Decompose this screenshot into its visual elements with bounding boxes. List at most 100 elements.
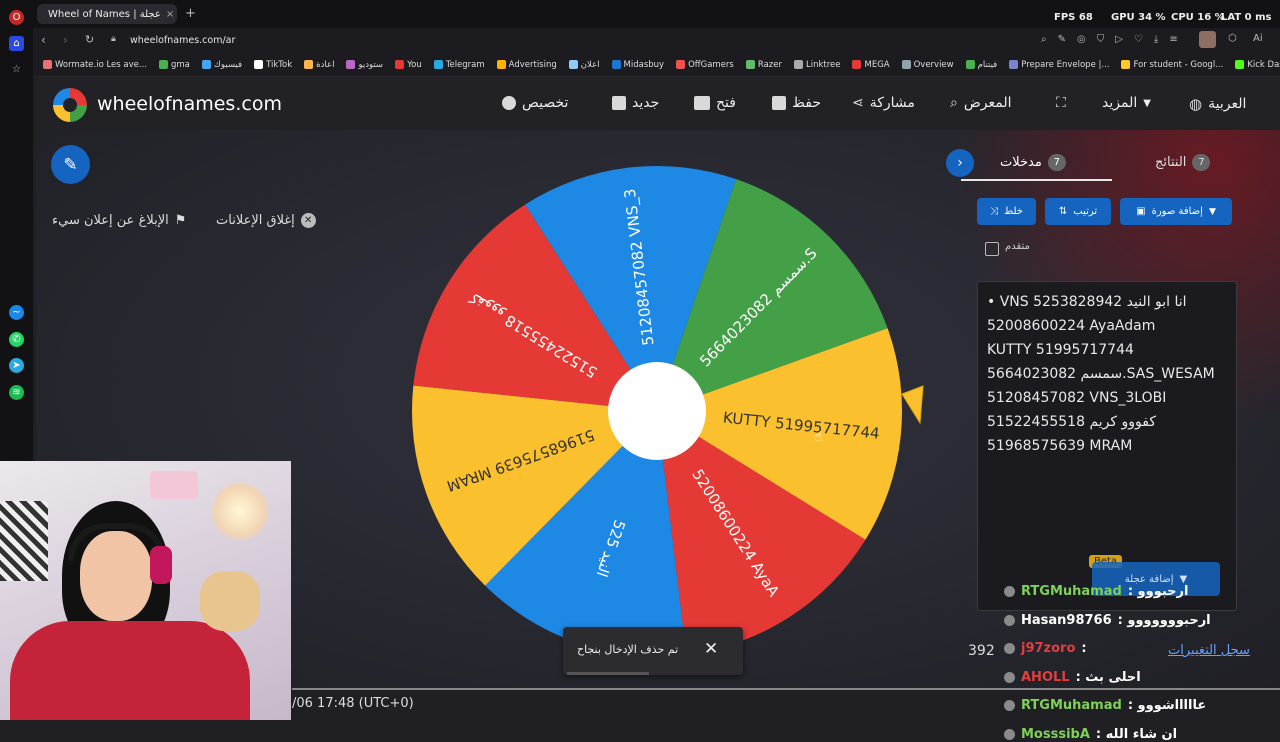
open-button[interactable]: فتح: [694, 95, 736, 111]
save-button[interactable]: حفظ: [772, 95, 821, 111]
share-button[interactable]: ⋖ مشاركة: [852, 95, 915, 111]
logo-text[interactable]: wheelofnames.com: [97, 93, 282, 115]
entry-line[interactable]: 51522455518 كفووو كريم: [987, 414, 1156, 430]
bookmark-item[interactable]: Razer: [745, 60, 782, 70]
logo-icon[interactable]: [53, 88, 87, 122]
fullscreen-button[interactable]: ⛶: [1056, 95, 1066, 111]
bookmark-item[interactable]: TikTok: [254, 60, 292, 70]
play-icon[interactable]: ▷: [1115, 34, 1123, 45]
wheel[interactable]: 51208457082 VNS_3 5664023082 سمسم.SKUTTY …: [400, 150, 930, 650]
bookmark-item[interactable]: Midasbuy: [611, 60, 664, 70]
tab-entries[interactable]: مدخلات 7: [1000, 154, 1066, 171]
entry-line[interactable]: 5664023082 سمسم.SAS_WESAM: [987, 366, 1215, 382]
flag-icon: ⚑: [174, 213, 187, 228]
menu-icon[interactable]: ≡: [1169, 34, 1177, 45]
collapse-panel-button[interactable]: ›: [946, 149, 974, 177]
neon-sign: [150, 471, 198, 499]
chat-text: : ارحبووو: [1127, 584, 1189, 599]
back-icon[interactable]: ‹: [41, 33, 46, 47]
ai-icon[interactable]: Ai: [1253, 33, 1263, 44]
bookmark-item[interactable]: فيسبوك: [201, 60, 242, 70]
chat-badge-icon: [1004, 586, 1015, 597]
bookmark-item[interactable]: Wormate.io Les ave...: [43, 60, 147, 70]
bookmark-favicon-icon: [611, 60, 621, 69]
close-ads-label: إغلاق الإعلانات: [216, 213, 295, 228]
fps-stat: FPS 68: [1054, 12, 1093, 23]
chat-text: : ارحبووووووو: [1117, 612, 1211, 628]
edit-pencil-button[interactable]: ✎: [51, 145, 90, 184]
bookmark-label: MEGA: [864, 59, 890, 70]
bookmark-item[interactable]: Telegram: [433, 60, 485, 70]
reload-icon[interactable]: ↻: [85, 33, 94, 46]
bookmark-item[interactable]: ستوديو: [346, 60, 383, 70]
shuffle-button[interactable]: ⤨ خلط: [977, 198, 1036, 225]
tab-results[interactable]: النتائج 7: [1155, 154, 1211, 171]
messenger-icon[interactable]: ~: [9, 305, 24, 320]
chat-badge-icon: [1004, 728, 1015, 740]
chat-badge-icon: [1004, 671, 1015, 683]
close-ads-link[interactable]: إغلاق الإعلانات ✕: [216, 213, 316, 228]
bookmark-item[interactable]: اعادة: [304, 60, 334, 70]
more-button[interactable]: المزيد ▼: [1102, 95, 1151, 111]
sort-button[interactable]: ⇅ ترتيب: [1045, 198, 1111, 225]
bookmark-item[interactable]: Kick Dashboard: [1235, 60, 1280, 70]
chat-badge-icon: [1004, 614, 1015, 626]
close-tab-icon[interactable]: ×: [166, 9, 174, 20]
entry-line[interactable]: 52008600224 AyaAdam: [987, 318, 1155, 334]
camera-icon[interactable]: ◎: [1077, 34, 1086, 45]
edit-icon[interactable]: ✎: [1058, 34, 1066, 45]
hand-cursor-icon: ☝: [814, 429, 823, 445]
bookmark-item[interactable]: MEGA: [852, 59, 890, 70]
new-tab-icon[interactable]: +: [185, 6, 196, 21]
language-button[interactable]: ◍ العربية: [1189, 95, 1246, 113]
entry-line[interactable]: • VNS انا ابو النيد 5253828942: [987, 294, 1187, 310]
url-field[interactable]: wheelofnames.com/ar: [130, 35, 235, 46]
entry-line[interactable]: 51208457082 VNS_3LOBI: [987, 390, 1166, 406]
tab-title: Wheel of Names | عجلة: [48, 8, 161, 20]
home-icon[interactable]: ⌂: [9, 36, 24, 51]
whatsapp-icon[interactable]: ✆: [9, 332, 24, 347]
shield-icon[interactable]: ⛉: [1097, 34, 1105, 45]
star-icon[interactable]: ☆: [9, 62, 24, 77]
bookmark-item[interactable]: Overview: [901, 60, 954, 70]
results-count-badge: 7: [1192, 154, 1211, 171]
bookmark-label: Linktree: [805, 59, 841, 70]
advanced-checkbox[interactable]: [985, 242, 999, 256]
opera-logo-icon[interactable]: O: [9, 10, 24, 25]
entry-line[interactable]: 51968575639 MRAM: [987, 438, 1132, 454]
changelog-link[interactable]: سجل التغييرات: [1168, 643, 1250, 658]
toast-close-button[interactable]: ✕: [704, 639, 718, 659]
extension-avatar-icon[interactable]: [1199, 31, 1216, 48]
chat-text: :: [1081, 641, 1087, 656]
download-icon[interactable]: ⤓: [1154, 34, 1158, 45]
file-icon: [612, 96, 626, 110]
bookmark-item[interactable]: Prepare Envelope |...: [1009, 60, 1109, 70]
entry-line[interactable]: KUTTY 51995717744: [987, 342, 1134, 358]
cube-icon[interactable]: ⬡: [1228, 33, 1237, 44]
tab-bar: Wheel of Names | عجلة × + FPS 68 GPU 34 …: [33, 0, 1280, 28]
bookmark-item[interactable]: Advertising: [496, 60, 557, 70]
bookmark-item[interactable]: اعلان: [568, 60, 600, 70]
add-image-button[interactable]: ▣ إضافة صورة ▼: [1120, 198, 1232, 225]
language-label: العربية: [1208, 96, 1247, 112]
bookmark-item[interactable]: gma: [159, 60, 190, 70]
bookmark-favicon-icon: [1235, 60, 1245, 69]
gallery-button[interactable]: ⌕ المعرض: [950, 95, 1012, 111]
new-button[interactable]: جديد: [612, 95, 659, 111]
bookmark-item[interactable]: You: [395, 60, 422, 70]
bookmark-item[interactable]: OffGamers: [676, 60, 734, 70]
bookmark-item[interactable]: Linktree: [793, 59, 841, 70]
spotify-icon[interactable]: ≋: [9, 385, 24, 400]
customize-button[interactable]: تخصيص: [502, 95, 568, 111]
report-ad-link[interactable]: الإبلاغ عن إعلان سيء ⚑: [52, 213, 186, 228]
telegram-icon[interactable]: ➤: [9, 358, 24, 373]
wheel-center[interactable]: [608, 362, 706, 460]
search-icon[interactable]: ⌕: [1041, 34, 1047, 45]
cpu-label: CPU: [1171, 12, 1194, 23]
heart-icon[interactable]: ♡: [1134, 34, 1143, 45]
bookmark-item[interactable]: For student - Googl...: [1121, 60, 1223, 70]
active-tab[interactable]: Wheel of Names | عجلة ×: [37, 4, 177, 24]
forward-icon[interactable]: ›: [63, 33, 68, 47]
bookmark-item[interactable]: فيتنام: [965, 60, 997, 70]
more-label: المزيد: [1102, 95, 1138, 111]
